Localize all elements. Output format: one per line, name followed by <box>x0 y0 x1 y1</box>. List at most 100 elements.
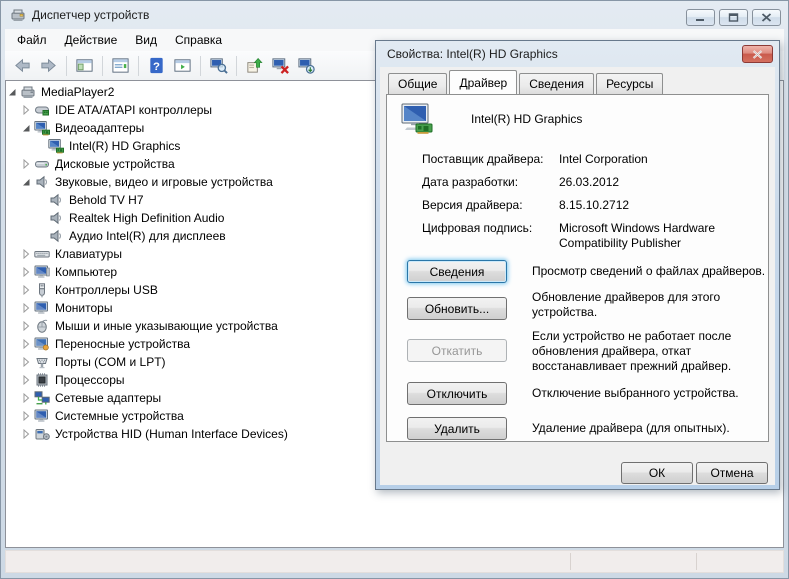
audio-device-icon <box>48 228 64 244</box>
action-description: Если устройство не работает после обновл… <box>532 329 782 374</box>
network-adapter-icon <box>34 390 50 406</box>
update-driver-button[interactable]: Обновить... <box>407 297 507 320</box>
menu-file[interactable]: Файл <box>8 30 56 50</box>
tree-item-label: Видеоадаптеры <box>55 119 144 137</box>
expander-collapsed-icon[interactable] <box>21 411 31 421</box>
dialog-title: Свойства: Intel(R) HD Graphics <box>387 47 558 61</box>
maximize-button[interactable] <box>719 9 748 26</box>
menu-help[interactable]: Справка <box>166 30 231 50</box>
expander-collapsed-icon[interactable] <box>21 393 31 403</box>
driver-info-label: Поставщик драйвера: <box>422 152 557 166</box>
cancel-button[interactable]: Отмена <box>696 462 768 484</box>
titlebar[interactable]: Диспетчер устройств <box>1 1 788 29</box>
expander-collapsed-icon[interactable] <box>21 429 31 439</box>
monitor-icon <box>34 300 50 316</box>
uninstall-device-icon[interactable] <box>268 54 293 78</box>
ide-controller-icon <box>34 102 50 118</box>
tree-item-label: Intel(R) HD Graphics <box>69 137 180 155</box>
action-description: Удаление драйвера (для опытных). <box>532 421 782 436</box>
keyboard-icon <box>34 246 50 262</box>
uninstall-driver-button[interactable]: Удалить <box>407 417 507 440</box>
expander-collapsed-icon[interactable] <box>21 267 31 277</box>
update-driver-icon[interactable] <box>242 54 267 78</box>
action-description: Отключение выбранного устройства. <box>532 386 782 401</box>
roll-back-driver-button: Откатить <box>407 339 507 362</box>
forward-icon <box>39 56 58 75</box>
console-tree-icon[interactable] <box>72 54 97 78</box>
expander-collapsed-icon[interactable] <box>21 339 31 349</box>
properties-icon <box>111 56 130 75</box>
expander-expanded-icon[interactable] <box>7 87 17 97</box>
dialog-titlebar[interactable]: Свойства: Intel(R) HD Graphics <box>376 41 779 67</box>
computer-root-icon <box>20 84 36 100</box>
tree-item-label: Процессоры <box>55 371 125 389</box>
expander-collapsed-icon[interactable] <box>21 321 31 331</box>
tree-spacer <box>35 213 45 223</box>
help-icon[interactable]: ? <box>144 54 169 78</box>
dialog-body: ОбщиеДрайверСведенияРесурсы Intel(R) HD … <box>380 67 775 485</box>
tree-item-label: Realtek High Definition Audio <box>69 209 224 227</box>
tree-spacer <box>35 231 45 241</box>
forward-icon[interactable] <box>36 54 61 78</box>
device-header: Intel(R) HD Graphics <box>401 102 582 136</box>
expander-collapsed-icon[interactable] <box>21 105 31 115</box>
toolbar-separator <box>236 56 237 76</box>
tab-driver[interactable]: Драйвер <box>449 70 517 94</box>
uninstall-device-icon <box>271 56 290 75</box>
update-driver-icon <box>245 56 264 75</box>
tab-general[interactable]: Общие <box>388 73 447 94</box>
back-icon <box>13 56 32 75</box>
expander-collapsed-icon[interactable] <box>21 285 31 295</box>
expander-expanded-icon[interactable] <box>21 177 31 187</box>
tree-spacer <box>35 141 45 151</box>
action-description: Просмотр сведений о файлах драйверов. <box>532 264 782 279</box>
menu-view[interactable]: Вид <box>126 30 166 50</box>
tree-item-label: Системные устройства <box>55 407 184 425</box>
tree-item-label: Контроллеры USB <box>55 281 158 299</box>
tree-item-label: Дисковые устройства <box>55 155 175 173</box>
tree-spacer <box>35 195 45 205</box>
tree-item-label: Мониторы <box>55 299 112 317</box>
port-icon <box>34 354 50 370</box>
close-icon[interactable] <box>752 9 781 26</box>
tree-item-label: Переносные устройства <box>55 335 190 353</box>
svg-text:?: ? <box>153 61 160 73</box>
driver-info-label: Дата разработки: <box>422 175 557 189</box>
scan-hardware-icon <box>297 56 316 75</box>
status-separator <box>696 553 697 570</box>
dialog-close-button[interactable] <box>742 45 773 63</box>
expander-expanded-icon[interactable] <box>21 123 31 133</box>
back-icon[interactable] <box>10 54 35 78</box>
toolbar-separator <box>138 56 139 76</box>
scan-hardware-icon[interactable] <box>294 54 319 78</box>
action-pane-icon <box>173 56 192 75</box>
device-name: Intel(R) HD Graphics <box>471 112 582 126</box>
tree-item-label: Порты (COM и LPT) <box>55 353 166 371</box>
minimize-button[interactable] <box>686 9 715 26</box>
expander-collapsed-icon[interactable] <box>21 303 31 313</box>
disable-device-button[interactable]: Отключить <box>407 382 507 405</box>
properties-icon[interactable] <box>108 54 133 78</box>
toolbar-separator <box>66 56 67 76</box>
action-description: Обновление драйверов для этого устройств… <box>532 290 782 320</box>
scan-computer-icon[interactable] <box>206 54 231 78</box>
driver-info-label: Версия драйвера: <box>422 198 557 212</box>
console-tree-icon <box>75 56 94 75</box>
tab-resources[interactable]: Ресурсы <box>596 73 663 94</box>
driver-details-button[interactable]: Сведения <box>407 260 507 283</box>
driver-info-value: 26.03.2012 <box>559 175 771 190</box>
tab-details[interactable]: Сведения <box>519 73 594 94</box>
tree-item-label: Звуковые, видео и игровые устройства <box>55 173 273 191</box>
expander-collapsed-icon[interactable] <box>21 159 31 169</box>
action-pane-icon[interactable] <box>170 54 195 78</box>
expander-collapsed-icon[interactable] <box>21 357 31 367</box>
driver-info-value: Microsoft Windows Hardware Compatibility… <box>559 221 771 251</box>
expander-collapsed-icon[interactable] <box>21 375 31 385</box>
tree-item-label: Клавиатуры <box>55 245 122 263</box>
display-adapter-icon <box>401 102 437 136</box>
window-title: Диспетчер устройств <box>32 8 149 22</box>
menu-action[interactable]: Действие <box>56 30 127 50</box>
audio-device-icon <box>48 192 64 208</box>
expander-collapsed-icon[interactable] <box>21 249 31 259</box>
ok-button[interactable]: ОК <box>621 462 693 484</box>
